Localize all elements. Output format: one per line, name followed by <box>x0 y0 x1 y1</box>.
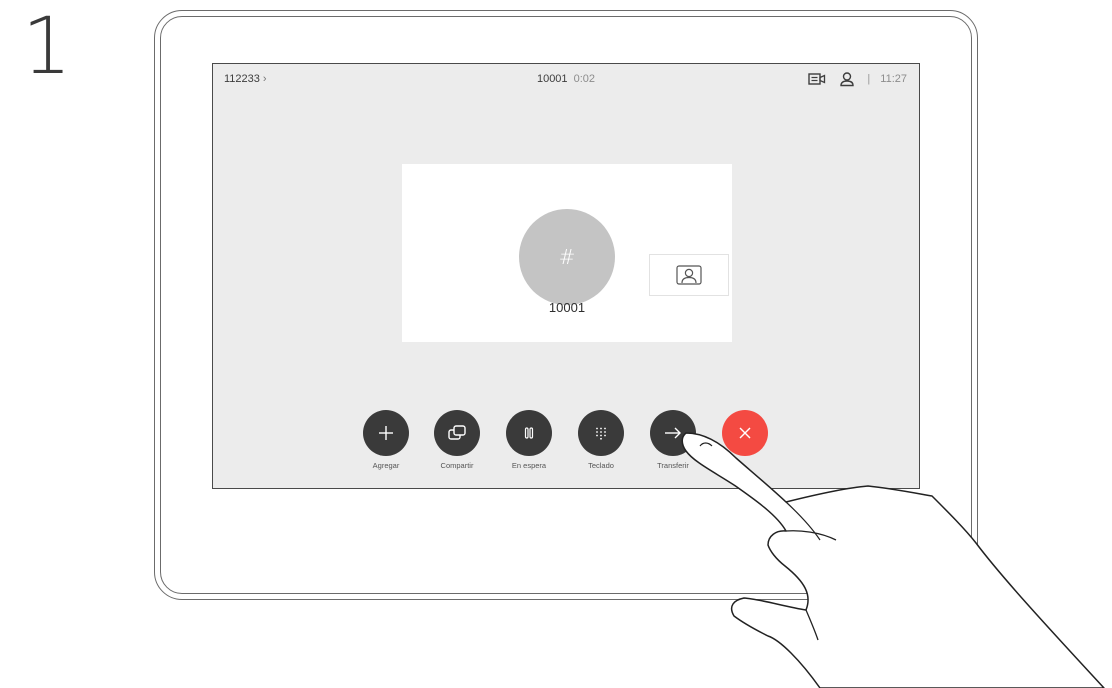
share-label: Compartir <box>440 461 474 470</box>
hold-label: En espera <box>511 461 547 470</box>
share-button[interactable]: Compartir <box>422 410 492 470</box>
selfview-thumbnail[interactable] <box>649 254 729 296</box>
pause-icon <box>506 410 552 456</box>
keypad-button[interactable]: Teclado <box>566 410 636 470</box>
call-card: # 10001 <box>402 164 732 342</box>
transfer-button[interactable]: Transferir <box>638 410 708 470</box>
hold-button[interactable]: En espera <box>494 410 564 470</box>
call-controls: Agregar Compartir En espera Teclado Tran… <box>213 410 919 480</box>
call-number: 10001 <box>548 300 586 315</box>
separator: | <box>867 73 871 85</box>
share-icon <box>434 410 480 456</box>
call-duration: 0:02 <box>573 73 596 85</box>
device-screen: 112233 › 10001 0:02 | 11:27 # 10001 Agre… <box>212 63 920 489</box>
keypad-icon <box>578 410 624 456</box>
status-bar: 112233 › 10001 0:02 | 11:27 <box>213 64 919 94</box>
instruction-illustration: 1 112233 › 10001 0:02 | 11:27 # 10001 Ag… <box>0 0 1112 688</box>
close-icon <box>722 410 768 456</box>
add-button[interactable]: Agregar <box>351 410 421 470</box>
camera-icon[interactable] <box>807 70 827 88</box>
call-number-header: 10001 <box>536 73 568 85</box>
add-label: Agregar <box>372 461 400 470</box>
end-call-button[interactable] <box>710 410 780 461</box>
arrow-right-icon <box>650 410 696 456</box>
keypad-label: Teclado <box>588 461 614 470</box>
plus-icon <box>363 410 409 456</box>
avatar: # <box>519 209 615 305</box>
transfer-label: Transferir <box>657 461 689 470</box>
clock: 11:27 <box>880 73 907 85</box>
step-number: 1 <box>22 2 72 92</box>
status-icons: | 11:27 <box>807 70 907 88</box>
person-icon <box>676 265 702 285</box>
user-icon[interactable] <box>837 70 857 88</box>
